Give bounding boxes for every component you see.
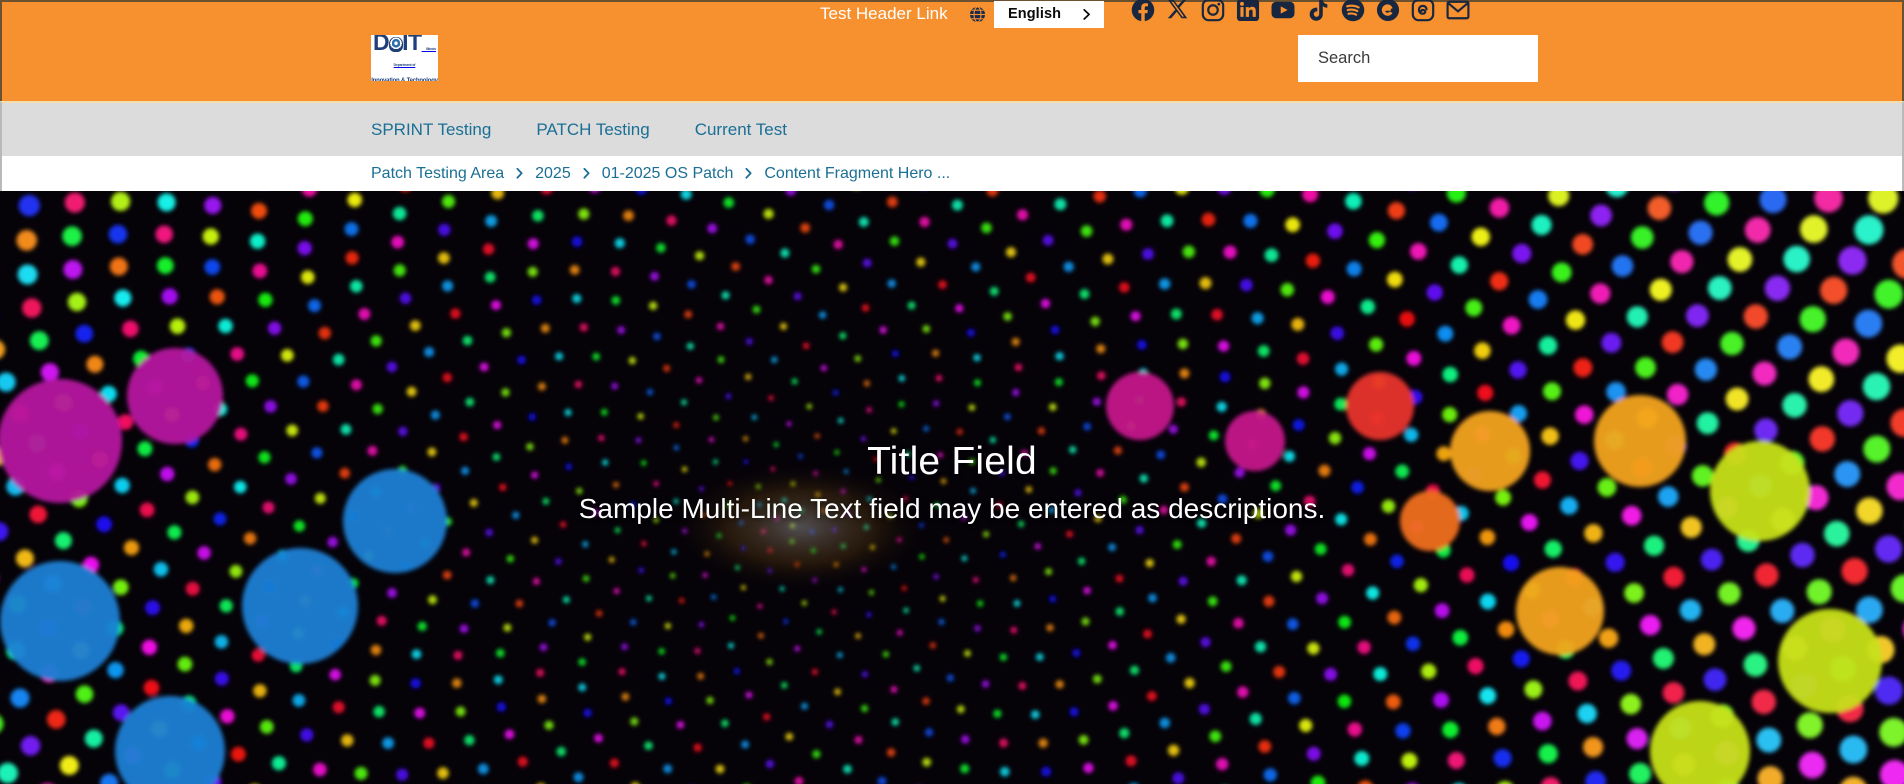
hero-banner: Title Field Sample Multi-Line Text field… [0,191,1904,784]
hero-title: Title Field [867,440,1037,483]
youtube-icon[interactable] [1270,0,1296,23]
test-header-link[interactable]: Test Header Link [820,2,948,26]
breadcrumb-list: Patch Testing Area 2025 01-2025 OS Patch… [371,165,950,183]
nav-item-current-test[interactable]: Current Test [673,120,810,140]
globe-icon [968,5,987,24]
language-selected-label: English [1008,6,1062,22]
search-box[interactable] [1298,35,1560,85]
nav-item-list: SPRINT Testing PATCH Testing Current Tes… [371,120,810,140]
chevron-right-icon [1081,8,1092,21]
nav-item-patch-testing[interactable]: PATCH Testing [514,120,672,140]
breadcrumb-item-patch-testing-area[interactable]: Patch Testing Area [371,165,504,183]
primary-navigation: SPRINT Testing PATCH Testing Current Tes… [0,101,1904,156]
hero-text-block: Title Field Sample Multi-Line Text field… [0,439,1904,526]
logo-wordmark: D IT [373,35,422,55]
hero-description: Sample Multi-Line Text field may be ente… [578,493,1326,525]
chevron-right-icon [744,167,753,180]
logo-illinois-mark [388,36,403,52]
breadcrumb-item-01-2025-os-patch[interactable]: 01-2025 OS Patch [602,165,734,183]
breadcrumb: Patch Testing Area 2025 01-2025 OS Patch… [0,156,1904,191]
chevron-right-icon [582,167,591,180]
site-header: Test Header Link English D IT Illinois D… [0,0,1904,101]
breadcrumb-item-current: Content Fragment Hero ... [764,164,951,182]
nav-item-sprint-testing[interactable]: SPRINT Testing [371,120,514,140]
search-input[interactable] [1318,35,1538,82]
language-selector[interactable]: English [968,0,1105,28]
breadcrumb-item-2025[interactable]: 2025 [535,165,571,183]
email-icon[interactable] [1445,0,1471,23]
threads-icon[interactable] [1410,0,1436,23]
facebook-icon[interactable] [1130,0,1156,23]
tiktok-icon[interactable] [1305,0,1331,23]
spotify-icon[interactable] [1340,0,1366,23]
linkedin-icon[interactable] [1235,0,1261,23]
doit-logo[interactable]: D IT Illinois Department of Innovation & … [371,35,438,81]
everbridge-icon[interactable] [1375,0,1401,23]
logo-subtitle-line2: Innovation & Technology [371,77,438,82]
chevron-right-icon [515,167,524,180]
instagram-icon[interactable] [1200,0,1226,23]
x-twitter-icon[interactable] [1165,0,1191,23]
social-links [1130,0,1471,26]
language-dropdown[interactable]: English [994,0,1105,28]
